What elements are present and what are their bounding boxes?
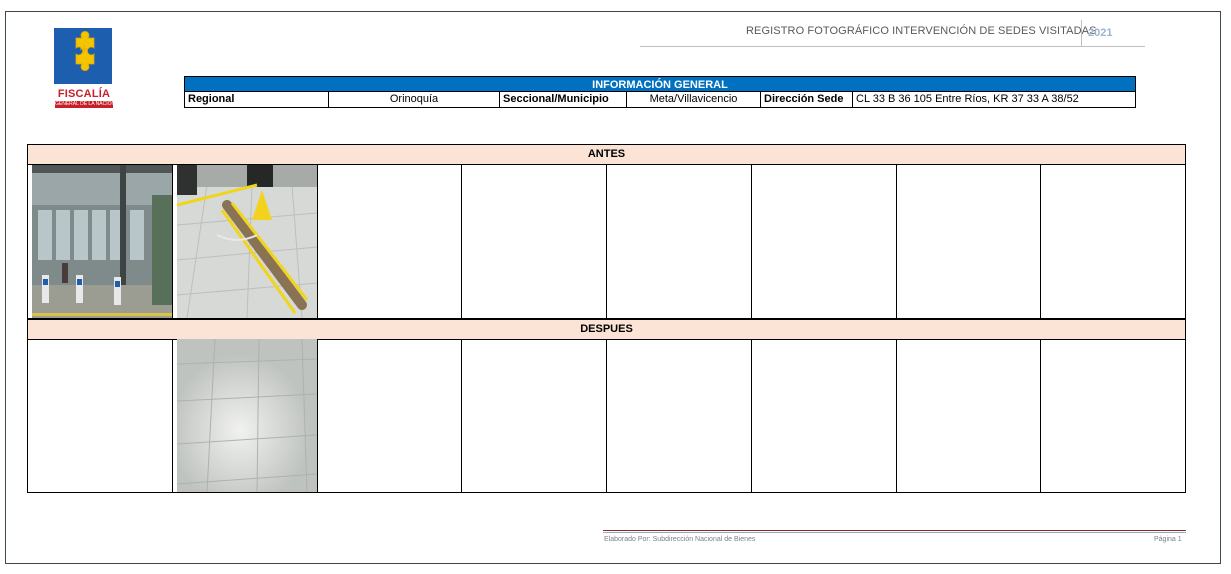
seccional-label: Seccional/Municipio (500, 92, 627, 107)
before-photo-cell (173, 165, 318, 318)
puzzle-piece-icon (75, 30, 95, 72)
footer-rule-secondary (603, 532, 1186, 533)
before-photo-row (27, 165, 1186, 319)
before-photo-cell (897, 165, 1042, 318)
before-photo-cell (607, 165, 752, 318)
logo-box (54, 28, 112, 84)
header-divider (1081, 20, 1082, 46)
floor-with-caution-tape-photo (176, 165, 317, 318)
after-photo-cell (1041, 339, 1185, 492)
seccional-value: Meta/Villavicencio (627, 92, 761, 107)
before-photo-cell (28, 165, 173, 318)
after-photo-cell (173, 339, 318, 492)
after-photo-cell (28, 339, 173, 492)
fiscalia-logo: FISCALÍA GENERAL DE LA NACIÓN (54, 28, 114, 110)
after-section-header: DESPUES (27, 319, 1186, 340)
before-photo-cell (752, 165, 897, 318)
after-photo-row (27, 339, 1186, 493)
logo-wordmark: FISCALÍA (57, 88, 111, 100)
regional-value: Orinoquía (329, 92, 500, 107)
footer-prepared-by: Elaborado Por: Subdirección Nacional de … (604, 536, 756, 543)
regional-label: Regional (185, 92, 329, 107)
after-photo-cell (607, 339, 752, 492)
direccion-label: Dirección Sede (761, 92, 853, 107)
general-info-row: Regional Orinoquía Seccional/Municipio M… (184, 92, 1136, 108)
before-section-header: ANTES (27, 144, 1186, 165)
repaired-tile-floor-photo (176, 339, 317, 492)
document-year: 2021 (1088, 27, 1113, 39)
after-photo-cell (318, 339, 463, 492)
document-title: REGISTRO FOTOGRÁFICO INTERVENCIÓN DE SED… (746, 25, 1097, 37)
footer-page-number: Página 1 (1154, 536, 1182, 543)
before-photo-cell (1041, 165, 1185, 318)
general-info-heading: INFORMACIÓN GENERAL (184, 76, 1136, 92)
logo-subtitle: GENERAL DE LA NACIÓN (55, 101, 113, 108)
header-rule (640, 46, 1145, 47)
before-photo-cell (462, 165, 607, 318)
footer-rule (603, 530, 1186, 531)
after-photo-cell (752, 339, 897, 492)
general-info-table: INFORMACIÓN GENERAL Regional Orinoquía S… (184, 76, 1136, 108)
building-facade-photo (32, 165, 172, 318)
direccion-value: CL 33 B 36 105 Entre Ríos, KR 37 33 A 38… (856, 93, 1079, 105)
after-photo-cell (897, 339, 1042, 492)
before-photo-cell (318, 165, 463, 318)
after-photo-cell (462, 339, 607, 492)
